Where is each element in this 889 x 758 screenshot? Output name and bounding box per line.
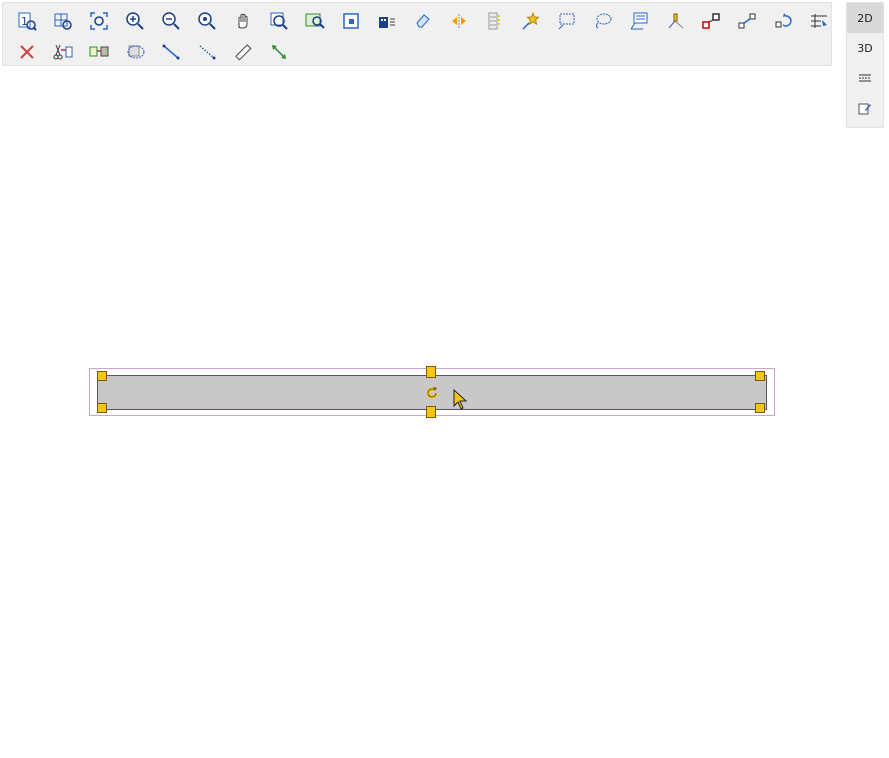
zoom-previous-icon	[198, 12, 216, 30]
close-button[interactable]	[9, 38, 45, 66]
star-select-button[interactable]	[513, 7, 549, 35]
connect-nodes-icon	[702, 13, 720, 29]
mouse-cursor-icon	[453, 389, 467, 410]
resize-handle-top-mid[interactable]	[426, 366, 436, 378]
lasso-select-button[interactable]	[585, 7, 621, 35]
zoom-fit-button[interactable]	[81, 7, 117, 35]
label-button[interactable]	[621, 7, 657, 35]
cut-edit-button[interactable]	[45, 38, 81, 66]
eraser-button[interactable]	[405, 7, 441, 35]
convert-block-button[interactable]	[81, 38, 117, 66]
ruler-icon	[235, 44, 252, 61]
zoom-grid-icon	[54, 13, 72, 30]
resize-handle-bottom-left[interactable]	[97, 403, 107, 413]
line-snap-button[interactable]	[153, 38, 189, 66]
line-snap-icon	[162, 44, 180, 60]
resize-handle-bottom-right[interactable]	[755, 403, 765, 413]
zoom-previous-button[interactable]	[189, 7, 225, 35]
zoom-out-button[interactable]	[153, 7, 189, 35]
rect-select-button[interactable]	[549, 7, 585, 35]
star-select-icon	[522, 11, 540, 30]
list-button[interactable]	[477, 7, 513, 35]
stretch-button[interactable]	[729, 7, 765, 35]
zoom-grid-button[interactable]	[45, 7, 81, 35]
resize-handle-top-right[interactable]	[755, 371, 765, 381]
zoom-1-to-1-button[interactable]: 1	[9, 7, 45, 35]
close-icon	[20, 45, 34, 59]
rect-select-icon	[558, 13, 575, 30]
building-icon	[379, 17, 395, 28]
zoom-out-icon	[162, 12, 180, 30]
dashed-outline-icon	[127, 45, 145, 59]
lasso-select-icon	[596, 13, 612, 29]
list-icon	[488, 12, 500, 30]
resize-handle-top-left[interactable]	[97, 371, 107, 381]
dimension-arrow-icon	[272, 45, 286, 59]
measure-grid-icon	[811, 14, 827, 28]
zoom-1-to-1-icon: 1	[18, 12, 37, 31]
connect-nodes-button[interactable]	[693, 7, 729, 35]
page-frame-icon	[343, 13, 359, 29]
building-button[interactable]	[369, 7, 405, 35]
offset-icon	[668, 13, 684, 29]
zoom-in-button[interactable]	[117, 7, 153, 35]
rotate-node-button[interactable]	[765, 7, 801, 35]
stretch-icon	[738, 13, 756, 29]
zoom-objects-icon	[305, 13, 325, 29]
eraser-icon	[416, 14, 430, 28]
resize-handle-bottom-mid[interactable]	[426, 406, 436, 418]
dashed-outline-button[interactable]	[117, 38, 153, 66]
offset-button[interactable]	[657, 7, 693, 35]
mirror-icon	[452, 14, 466, 28]
rotate-node-icon	[775, 13, 792, 28]
dotted-line-button[interactable]	[189, 38, 225, 66]
mirror-button[interactable]	[441, 7, 477, 35]
toolbar-row-1: 1	[9, 7, 837, 35]
rotate-handle-icon[interactable]	[423, 384, 441, 402]
ruler-button[interactable]	[225, 38, 261, 66]
pan-hand-icon	[238, 13, 248, 29]
main-toolbar: 1	[2, 2, 832, 66]
label-icon	[630, 12, 648, 30]
view-2d-button[interactable]: 2D	[847, 3, 883, 33]
dimension-arrow-button[interactable]	[261, 38, 297, 66]
toolbar-row-2	[9, 38, 297, 66]
zoom-window-icon	[270, 12, 288, 30]
zoom-window-button[interactable]	[261, 7, 297, 35]
measure-grid-button[interactable]	[801, 7, 837, 35]
pan-hand-button[interactable]	[225, 7, 261, 35]
cut-edit-icon	[53, 44, 73, 60]
zoom-fit-icon	[90, 12, 108, 30]
page-frame-button[interactable]	[333, 7, 369, 35]
convert-block-icon	[89, 46, 109, 57]
dotted-line-icon	[199, 45, 216, 60]
zoom-objects-button[interactable]	[297, 7, 333, 35]
view-3d-button[interactable]: 3D	[847, 33, 883, 63]
zoom-in-icon	[126, 12, 144, 30]
